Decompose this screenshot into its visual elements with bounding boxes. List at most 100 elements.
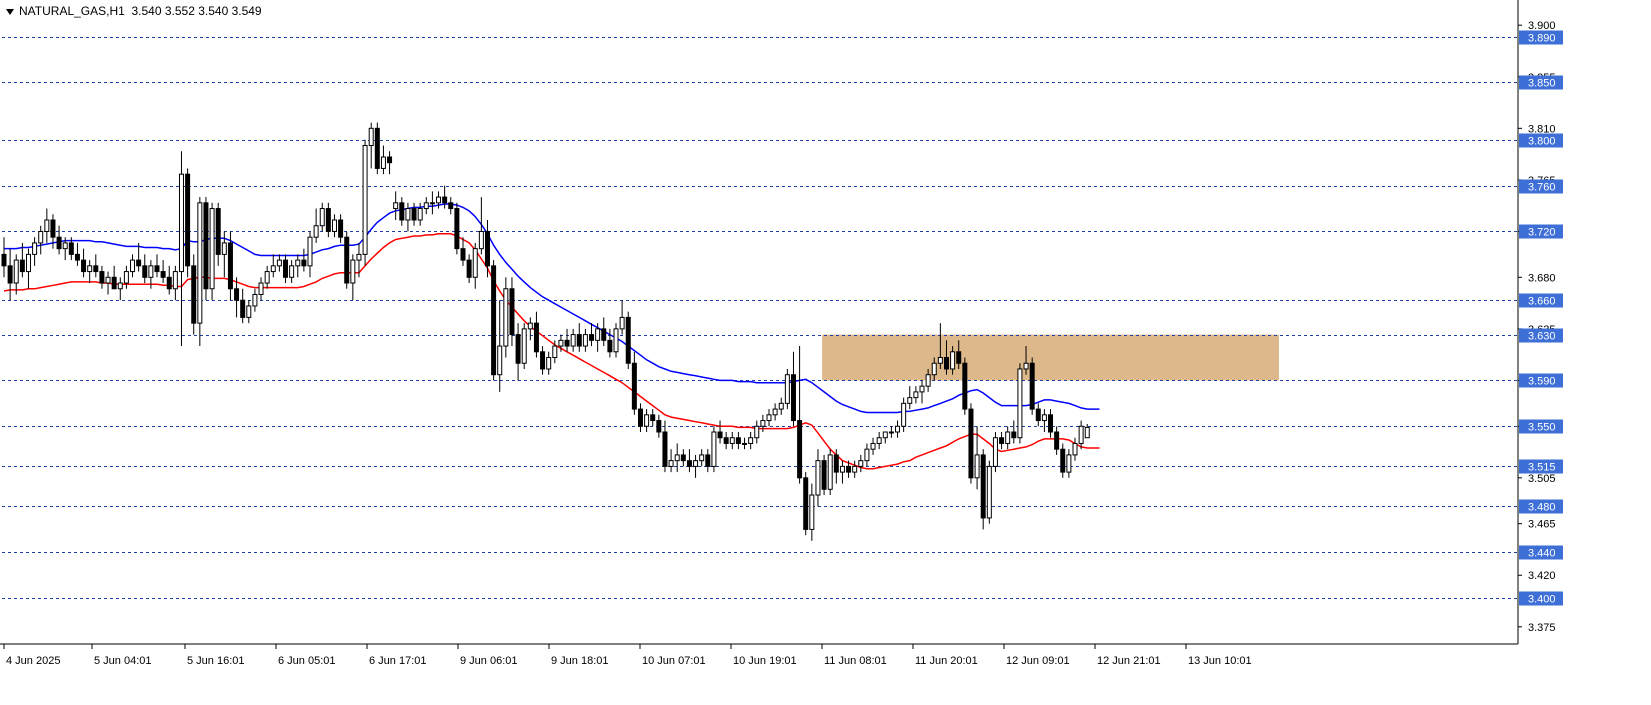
candle[interactable]	[374, 122, 380, 175]
candle[interactable]	[81, 248, 87, 278]
candle[interactable]	[472, 242, 478, 289]
candle[interactable]	[656, 414, 662, 438]
price-chart[interactable]: 3.9003.8553.8103.7653.7203.6803.6353.590…	[0, 0, 1651, 705]
candle[interactable]	[350, 254, 356, 301]
candle[interactable]	[338, 214, 344, 243]
candle[interactable]	[754, 420, 760, 444]
candle[interactable]	[589, 323, 595, 347]
candle[interactable]	[87, 260, 93, 284]
candle[interactable]	[705, 449, 711, 473]
candle[interactable]	[1054, 426, 1060, 455]
candle[interactable]	[527, 317, 533, 341]
candle[interactable]	[252, 288, 258, 312]
candle[interactable]	[203, 197, 209, 301]
candle[interactable]	[564, 328, 570, 352]
candle[interactable]	[864, 443, 870, 467]
candle[interactable]	[99, 265, 105, 289]
candle[interactable]	[466, 254, 472, 284]
candle[interactable]	[191, 254, 197, 335]
candle[interactable]	[540, 346, 546, 375]
candle[interactable]	[576, 323, 582, 352]
candle[interactable]	[313, 208, 319, 243]
candle[interactable]	[307, 231, 313, 278]
candle[interactable]	[735, 432, 741, 450]
candle[interactable]	[907, 386, 913, 410]
candle[interactable]	[442, 185, 448, 209]
candle[interactable]	[38, 225, 44, 255]
candle[interactable]	[142, 254, 148, 284]
candle[interactable]	[209, 202, 215, 301]
candle[interactable]	[839, 460, 845, 484]
candle[interactable]	[1035, 403, 1041, 427]
candle[interactable]	[405, 202, 411, 232]
candle[interactable]	[827, 449, 833, 496]
candle[interactable]	[25, 248, 31, 289]
candle[interactable]	[968, 403, 974, 484]
candle[interactable]	[870, 437, 876, 455]
candle[interactable]	[130, 254, 136, 278]
candle[interactable]	[742, 437, 748, 450]
candle[interactable]	[13, 254, 19, 295]
candle[interactable]	[264, 265, 270, 289]
candle[interactable]	[246, 300, 252, 324]
candle[interactable]	[319, 202, 325, 232]
candle[interactable]	[913, 386, 919, 404]
candle[interactable]	[387, 151, 393, 175]
candle[interactable]	[215, 202, 221, 266]
candle[interactable]	[729, 432, 735, 450]
candle[interactable]	[454, 202, 460, 255]
candle[interactable]	[693, 454, 699, 478]
candle[interactable]	[882, 431, 888, 444]
candle[interactable]	[93, 254, 99, 278]
candle[interactable]	[980, 449, 986, 530]
candle[interactable]	[344, 231, 350, 289]
candle[interactable]	[32, 237, 38, 266]
candle[interactable]	[123, 265, 129, 289]
candle[interactable]	[895, 420, 901, 438]
candle[interactable]	[368, 122, 374, 169]
candle[interactable]	[460, 237, 466, 266]
candle[interactable]	[546, 351, 552, 375]
candle[interactable]	[778, 397, 784, 415]
candle[interactable]	[295, 254, 301, 278]
candle[interactable]	[858, 454, 864, 473]
candle[interactable]	[393, 191, 399, 220]
candle[interactable]	[815, 449, 821, 507]
candle[interactable]	[448, 197, 454, 215]
candle[interactable]	[809, 483, 815, 541]
candle[interactable]	[711, 426, 717, 473]
candle[interactable]	[117, 277, 123, 301]
candle[interactable]	[601, 317, 607, 347]
candle[interactable]	[1041, 409, 1047, 432]
candle[interactable]	[362, 139, 368, 266]
candle[interactable]	[644, 409, 650, 432]
candle[interactable]	[399, 197, 405, 226]
candle[interactable]	[429, 191, 435, 215]
candle[interactable]	[631, 351, 637, 415]
candle[interactable]	[962, 357, 968, 415]
candle[interactable]	[674, 443, 680, 473]
candle[interactable]	[1078, 420, 1084, 450]
candle[interactable]	[484, 220, 490, 278]
candle[interactable]	[803, 472, 809, 536]
candle[interactable]	[699, 449, 705, 467]
candle[interactable]	[105, 271, 111, 295]
candle[interactable]	[533, 311, 539, 358]
candle[interactable]	[1017, 363, 1023, 444]
candle[interactable]	[619, 300, 625, 335]
candle[interactable]	[686, 449, 692, 473]
candle[interactable]	[44, 208, 50, 243]
candle[interactable]	[797, 346, 803, 484]
candle[interactable]	[521, 323, 527, 369]
candle[interactable]	[919, 380, 925, 404]
candle[interactable]	[178, 151, 184, 347]
candle[interactable]	[570, 328, 576, 352]
candle[interactable]	[1048, 409, 1054, 438]
candle[interactable]	[1060, 443, 1066, 478]
candle[interactable]	[992, 432, 998, 473]
candle[interactable]	[111, 265, 117, 290]
candle[interactable]	[680, 449, 686, 467]
candle[interactable]	[876, 432, 882, 450]
candle[interactable]	[503, 277, 509, 358]
candle[interactable]	[160, 260, 166, 284]
